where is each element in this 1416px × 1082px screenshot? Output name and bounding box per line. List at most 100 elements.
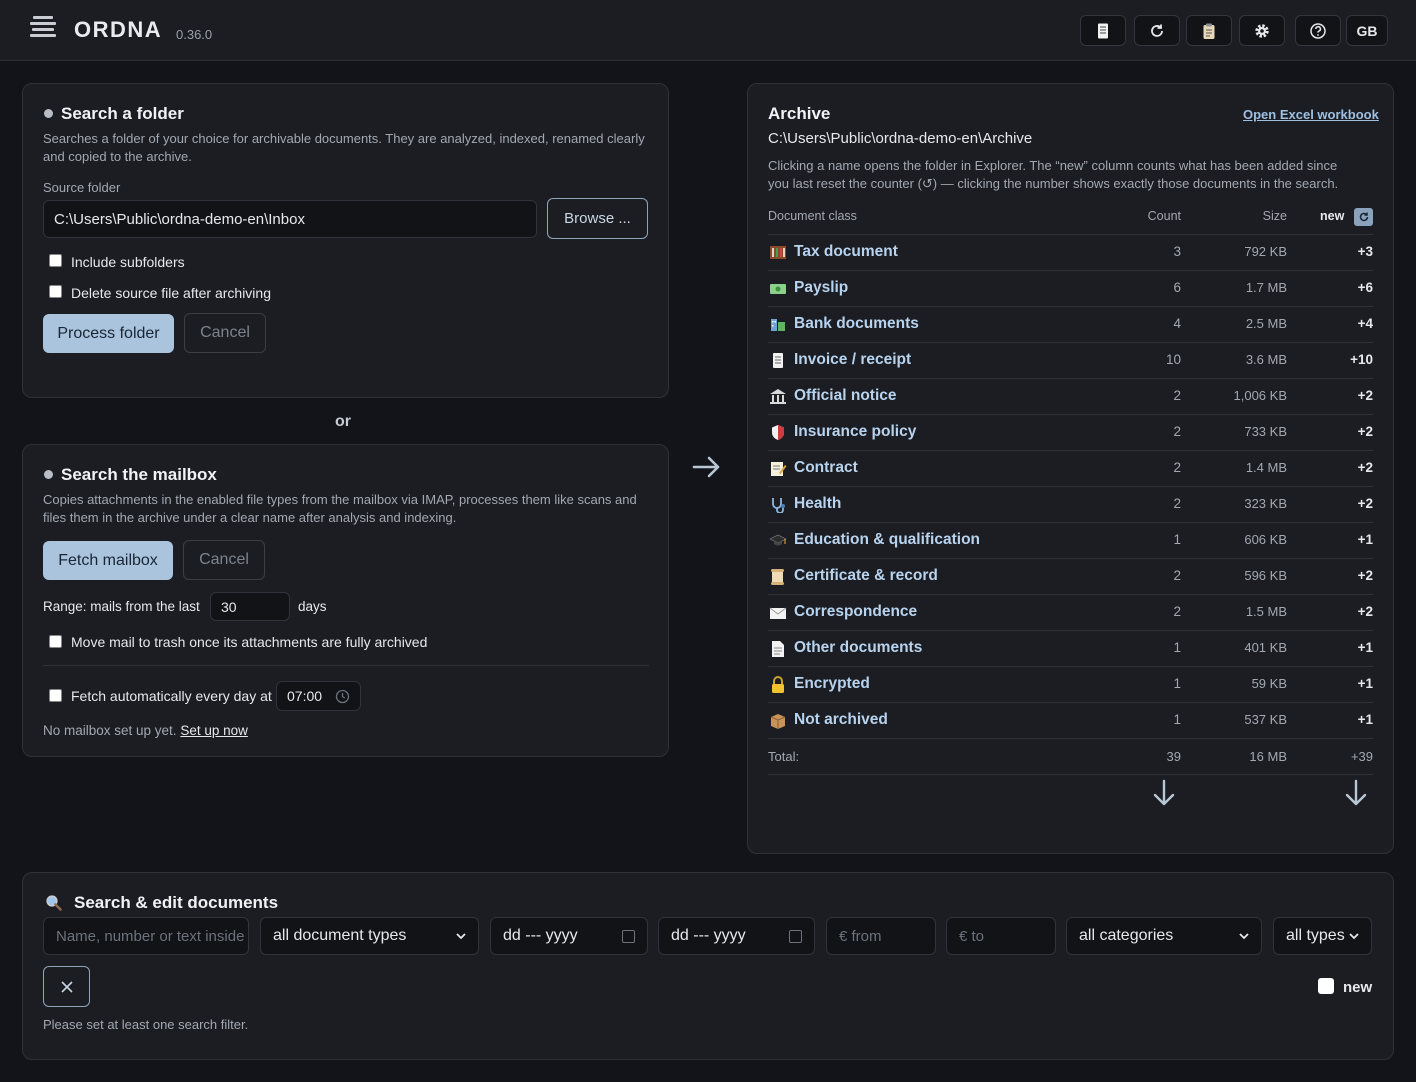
- document-class-link[interactable]: Official notice: [794, 387, 897, 405]
- new-count-link[interactable]: +1: [1313, 676, 1373, 691]
- new-count-link[interactable]: +10: [1313, 352, 1373, 367]
- process-folder-button[interactable]: Process folder: [43, 314, 174, 353]
- archive-path[interactable]: C:\Users\Public\ordna-demo-en\Archive: [768, 130, 1032, 147]
- calendar-icon: [622, 929, 635, 943]
- total-label: Total:: [768, 749, 800, 764]
- include-subfolders-label: Include subfolders: [71, 254, 185, 270]
- settings-button[interactable]: [1239, 15, 1285, 46]
- status-dot: [44, 470, 53, 479]
- document-class-link[interactable]: Not archived: [794, 711, 888, 729]
- new-count-link[interactable]: +2: [1313, 460, 1373, 475]
- document-class-link[interactable]: Encrypted: [794, 675, 870, 693]
- envelope-icon: [769, 604, 787, 620]
- new-count-link[interactable]: +2: [1313, 568, 1373, 583]
- document-type-select[interactable]: all document types: [260, 917, 479, 955]
- auto-fetch-checkbox[interactable]: [49, 689, 62, 702]
- new-count-link[interactable]: +2: [1313, 496, 1373, 511]
- row-divider: [768, 774, 1373, 775]
- category-select[interactable]: all categories: [1066, 917, 1262, 955]
- help-button[interactable]: [1295, 15, 1341, 46]
- top-bar: ORDNA 0.36.0 GB: [0, 0, 1416, 61]
- date-to-input[interactable]: dd --- yyyy: [658, 917, 815, 955]
- size-cell: 401 KB: [1244, 640, 1287, 655]
- receipt-icon: [769, 352, 787, 368]
- clipboard-icon: [1203, 23, 1215, 39]
- open-excel-link[interactable]: Open Excel workbook: [1243, 107, 1379, 122]
- arrow-down-icon[interactable]: [1344, 778, 1368, 808]
- auto-fetch-label: Fetch automatically every day at: [71, 688, 272, 704]
- new-count-link[interactable]: +3: [1313, 244, 1373, 259]
- new-count-link[interactable]: +2: [1313, 604, 1373, 619]
- new-count-link[interactable]: +6: [1313, 280, 1373, 295]
- document-icon: [1098, 23, 1108, 38]
- mailbox-cancel-button[interactable]: Cancel: [183, 540, 265, 580]
- folder-card-description: Searches a folder of your choice for arc…: [43, 131, 645, 164]
- document-class-link[interactable]: Payslip: [794, 279, 848, 297]
- delete-source-checkbox[interactable]: [49, 285, 62, 298]
- language-button[interactable]: GB: [1346, 15, 1388, 46]
- reset-counter-button[interactable]: [1354, 208, 1373, 226]
- size-cell: 1,006 KB: [1233, 388, 1288, 403]
- amount-to-input[interactable]: € to: [946, 917, 1056, 955]
- type-value: all types: [1286, 927, 1345, 944]
- search-hint: Please set at least one search filter.: [43, 1017, 249, 1032]
- row-divider: [768, 702, 1373, 703]
- archive-button[interactable]: [1080, 15, 1126, 46]
- type-select[interactable]: all types: [1273, 917, 1372, 955]
- document-class-link[interactable]: Health: [794, 495, 841, 513]
- setup-mailbox-link[interactable]: Set up now: [180, 723, 248, 738]
- document-class-link[interactable]: Education & qualification: [794, 531, 980, 549]
- new-only-checkbox[interactable]: [1318, 978, 1334, 994]
- mailbox-card: Search the mailbox Copies attachments in…: [22, 444, 669, 757]
- new-count-link[interactable]: +2: [1313, 424, 1373, 439]
- amount-from-input[interactable]: € from: [826, 917, 936, 955]
- document-class-link[interactable]: Bank documents: [794, 315, 919, 333]
- version-label: 0.36.0: [176, 27, 213, 42]
- clipboard-button[interactable]: [1186, 15, 1232, 46]
- page-icon: [769, 640, 787, 657]
- fetch-mailbox-button[interactable]: Fetch mailbox: [43, 541, 173, 580]
- count-cell: 3: [1173, 244, 1181, 259]
- document-class-link[interactable]: Contract: [794, 459, 858, 477]
- new-count-link[interactable]: +1: [1313, 712, 1373, 727]
- clear-filters-button[interactable]: [43, 966, 90, 1007]
- graduation-cap-icon: [769, 532, 787, 548]
- browse-button[interactable]: Browse ...: [547, 198, 648, 239]
- document-class-link[interactable]: Invoice / receipt: [794, 351, 911, 369]
- search-text-placeholder: Name, number or text inside: [56, 927, 245, 945]
- count-cell: 10: [1165, 352, 1181, 367]
- document-class-link[interactable]: Other documents: [794, 639, 922, 657]
- mailbox-card-description: Copies attachments in the enabled file t…: [43, 492, 637, 525]
- amount-to-placeholder: € to: [959, 927, 985, 945]
- new-count-link[interactable]: +1: [1313, 640, 1373, 655]
- column-header-size: Size: [1262, 209, 1287, 223]
- size-cell: 3.6 MB: [1245, 352, 1287, 367]
- count-cell: 1: [1173, 712, 1181, 727]
- move-to-trash-checkbox[interactable]: [49, 635, 62, 648]
- document-class-link[interactable]: Tax document: [794, 243, 898, 261]
- new-count-link[interactable]: +4: [1313, 316, 1373, 331]
- category-value: all categories: [1079, 927, 1174, 944]
- range-days-input[interactable]: 30: [210, 592, 290, 621]
- date-from-input[interactable]: dd --- yyyy: [490, 917, 648, 955]
- count-cell: 1: [1173, 676, 1181, 691]
- date-to-value: dd --- yyyy: [671, 927, 746, 944]
- document-class-link[interactable]: Correspondence: [794, 603, 917, 621]
- document-class-link[interactable]: Insurance policy: [794, 423, 916, 441]
- folder-cancel-button[interactable]: Cancel: [184, 313, 266, 353]
- new-count-link[interactable]: +1: [1313, 532, 1373, 547]
- amount-from-placeholder: € from: [839, 927, 882, 945]
- new-count-link[interactable]: +2: [1313, 388, 1373, 403]
- source-folder-label: Source folder: [43, 180, 121, 195]
- source-folder-input[interactable]: C:\Users\Public\ordna-demo-en\Inbox: [43, 200, 537, 238]
- refresh-button[interactable]: [1134, 15, 1180, 46]
- refresh-icon: [1151, 24, 1163, 37]
- auto-fetch-time-input[interactable]: 07:00: [276, 681, 361, 711]
- size-cell: 1.5 MB: [1245, 604, 1287, 619]
- close-icon: [60, 980, 73, 993]
- include-subfolders-checkbox[interactable]: [49, 254, 62, 267]
- auto-fetch-time-value: 07:00: [287, 688, 323, 704]
- arrow-down-icon[interactable]: [1152, 778, 1176, 808]
- document-class-link[interactable]: Certificate & record: [794, 567, 938, 585]
- search-text-input[interactable]: Name, number or text inside: [43, 917, 249, 955]
